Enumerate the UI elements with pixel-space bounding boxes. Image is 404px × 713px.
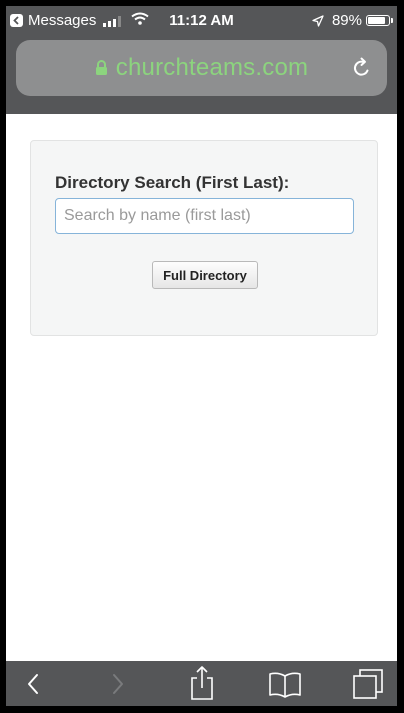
battery-icon (366, 15, 390, 26)
reload-icon[interactable] (351, 57, 373, 84)
forward-icon[interactable] (105, 669, 131, 704)
status-bar: Messages 11:12 AM 89% (6, 6, 397, 36)
status-right: 89% (312, 12, 393, 29)
url-domain: churchteams.com (115, 54, 309, 81)
bottom-toolbar (6, 661, 397, 706)
tabs-icon[interactable] (351, 668, 385, 705)
location-icon (312, 14, 324, 27)
directory-search-panel: Directory Search (First Last): Full Dire… (30, 140, 378, 336)
bookmarks-icon[interactable] (268, 670, 302, 703)
back-icon[interactable] (20, 669, 46, 704)
phone-screen: Messages 11:12 AM 89% churchteams.com Di… (6, 6, 397, 706)
lock-icon (95, 60, 108, 76)
directory-search-input[interactable] (55, 198, 354, 234)
full-directory-button[interactable]: Full Directory (152, 261, 258, 289)
address-bar[interactable]: churchteams.com (16, 40, 387, 96)
share-icon[interactable] (187, 665, 217, 706)
directory-search-label: Directory Search (First Last): (55, 173, 290, 192)
browser-chrome: Messages 11:12 AM 89% churchteams.com (6, 6, 397, 114)
page-content: Directory Search (First Last): Full Dire… (6, 114, 397, 661)
battery-percent: 89% (331, 12, 362, 29)
